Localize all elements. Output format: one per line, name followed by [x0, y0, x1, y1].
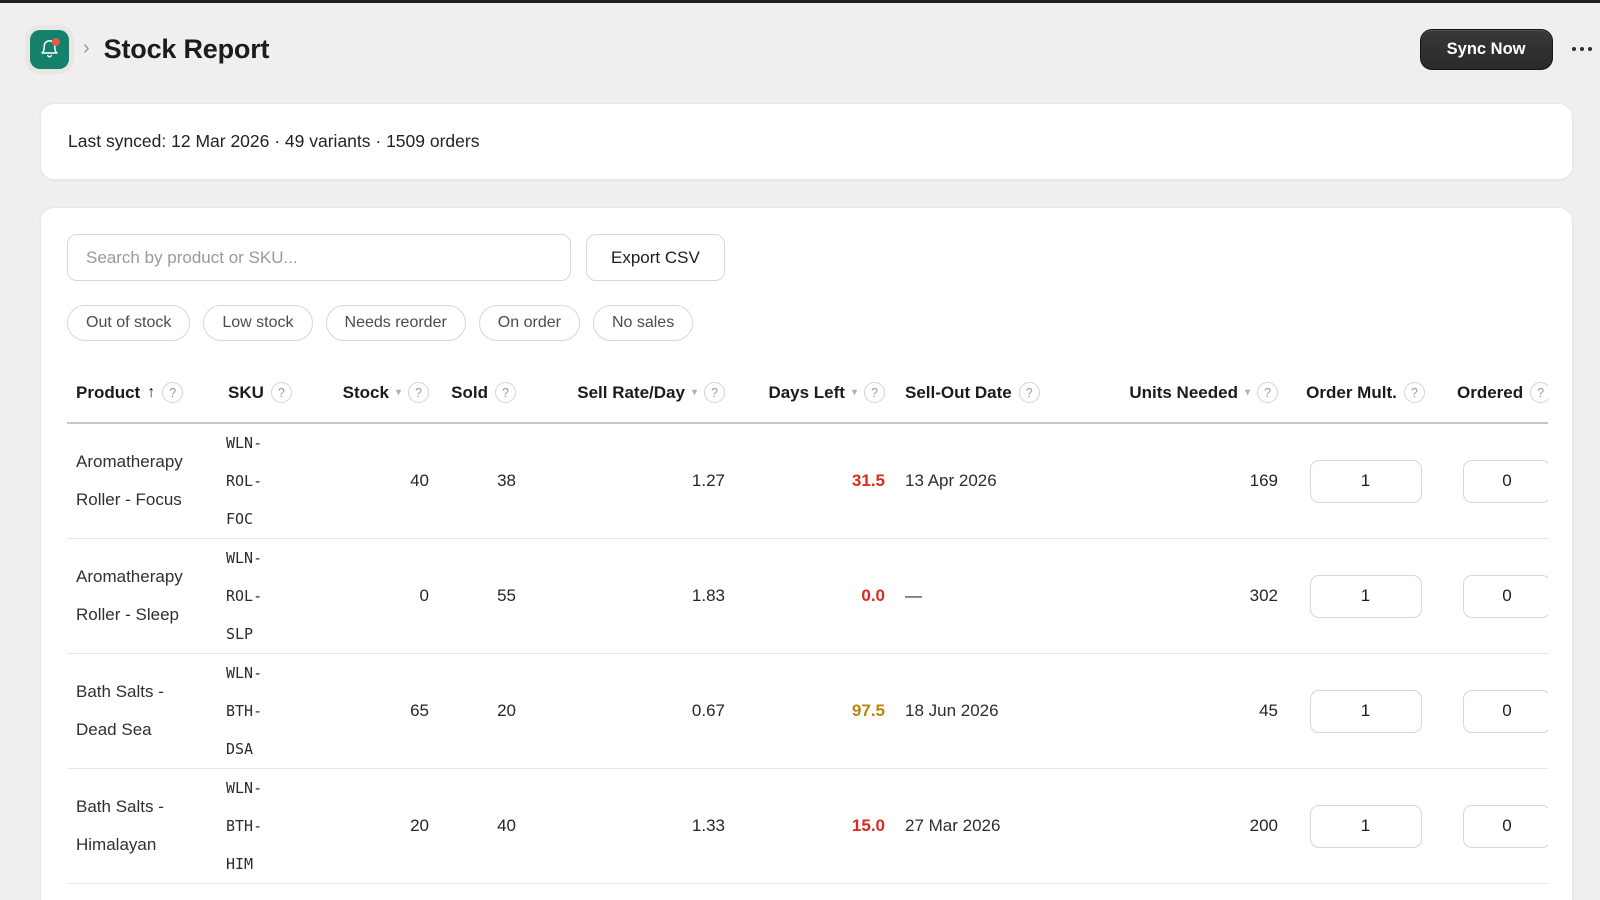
- help-icon[interactable]: ?: [162, 382, 184, 403]
- stock-table-container: Product ↑ ? SKU ? Stock ▾ ? Sold ? Sell …: [67, 363, 1548, 884]
- column-header-sold[interactable]: Sold ?: [437, 363, 524, 424]
- help-icon[interactable]: ?: [864, 382, 885, 403]
- sort-ascending-icon: ↑: [147, 383, 156, 401]
- units-needed-value: 200: [1087, 768, 1286, 884]
- sku-value: WLN-ROL-FOC: [226, 434, 263, 528]
- units-needed-value: 302: [1087, 538, 1286, 654]
- stock-value: 0: [305, 538, 437, 654]
- order-mult-input[interactable]: [1309, 574, 1422, 618]
- product-name: Bath Salts - Himalayan: [76, 797, 164, 854]
- help-icon[interactable]: ?: [1403, 382, 1425, 403]
- filter-chip[interactable]: No sales: [592, 305, 694, 341]
- filter-chip[interactable]: On order: [478, 305, 580, 341]
- help-icon[interactable]: ?: [1257, 382, 1278, 403]
- days-left-value: 0.0: [733, 538, 893, 654]
- table-header-row: Product ↑ ? SKU ? Stock ▾ ? Sold ? Sell …: [67, 363, 1548, 424]
- sort-caret-icon: ▾: [691, 386, 697, 398]
- help-icon[interactable]: ?: [495, 382, 516, 403]
- units-needed-value: 45: [1087, 653, 1286, 769]
- table-row: Aromatherapy Roller - Focus WLN-ROL-FOC …: [67, 423, 1548, 539]
- ordered-input[interactable]: [1463, 689, 1548, 733]
- sold-value: 20: [437, 653, 524, 769]
- sold-value: 38: [437, 423, 524, 539]
- order-mult-input[interactable]: [1309, 689, 1422, 733]
- sellout-date-value: 18 Jun 2026: [893, 653, 1087, 769]
- sync-summary-card: Last synced: 12 Mar 2026 · 49 variants ·…: [40, 103, 1573, 180]
- help-icon[interactable]: ?: [1530, 382, 1548, 403]
- column-header-sell-rate[interactable]: Sell Rate/Day ▾ ?: [524, 363, 733, 424]
- sort-caret-icon: ▾: [395, 386, 401, 398]
- column-header-order-mult[interactable]: Order Mult. ?: [1286, 363, 1445, 424]
- sync-now-button[interactable]: Sync Now: [1419, 28, 1553, 70]
- table-row: Aromatherapy Roller - Sleep WLN-ROL-SLP …: [67, 538, 1548, 654]
- units-needed-value: 169: [1087, 423, 1286, 539]
- sellout-date-value: 13 Apr 2026: [893, 423, 1087, 539]
- table-toolbar: Export CSV: [67, 234, 1546, 281]
- order-mult-input[interactable]: [1309, 459, 1422, 503]
- order-mult-input[interactable]: [1309, 804, 1422, 848]
- help-icon[interactable]: ?: [1018, 382, 1040, 403]
- help-icon[interactable]: ?: [408, 382, 429, 403]
- stock-table: Product ↑ ? SKU ? Stock ▾ ? Sold ? Sell …: [67, 363, 1548, 884]
- table-row: Bath Salts - Himalayan WLN-BTH-HIM 20 40…: [67, 768, 1548, 884]
- ordered-input[interactable]: [1463, 459, 1548, 503]
- stock-report-card: Export CSV Out of stock Low stock Needs …: [40, 207, 1573, 900]
- days-left-value: 31.5: [733, 423, 893, 539]
- sellout-date-value: 27 Mar 2026: [893, 768, 1087, 884]
- ordered-input[interactable]: [1463, 574, 1548, 618]
- column-header-sku[interactable]: SKU ?: [219, 363, 305, 424]
- help-icon[interactable]: ?: [270, 382, 292, 403]
- column-header-units-needed[interactable]: Units Needed ▾ ?: [1087, 363, 1286, 424]
- page-title: Stock Report: [103, 33, 270, 64]
- export-csv-button[interactable]: Export CSV: [586, 234, 725, 281]
- days-left-value: 15.0: [733, 768, 893, 884]
- filter-chip[interactable]: Out of stock: [67, 305, 191, 341]
- stock-value: 20: [305, 768, 437, 884]
- sold-value: 55: [437, 538, 524, 654]
- stock-value: 40: [305, 423, 437, 539]
- days-left-value: 97.5: [733, 653, 893, 769]
- sellout-date-value: —: [893, 538, 1087, 654]
- app-icon-tile[interactable]: [30, 29, 69, 69]
- breadcrumb-chevron-icon: ›: [83, 37, 90, 59]
- column-header-product[interactable]: Product ↑ ?: [67, 363, 219, 424]
- notification-dot: [52, 37, 60, 46]
- help-icon[interactable]: ?: [704, 382, 725, 403]
- overflow-menu-button[interactable]: [1570, 41, 1595, 58]
- page-header: › Stock Report Sync Now: [0, 3, 1600, 95]
- sku-value: WLN-BTH-DSA: [226, 664, 263, 758]
- sort-caret-icon: ▾: [851, 386, 857, 398]
- column-header-sellout-date[interactable]: Sell-Out Date ?: [893, 363, 1087, 424]
- sku-value: WLN-BTH-HIM: [226, 779, 263, 873]
- table-row: Bath Salts - Dead Sea WLN-BTH-DSA 65 20 …: [67, 653, 1548, 769]
- ordered-input[interactable]: [1463, 804, 1548, 848]
- sold-value: 40: [437, 768, 524, 884]
- column-header-days-left[interactable]: Days Left ▾ ?: [733, 363, 893, 424]
- product-name: Aromatherapy Roller - Sleep: [76, 567, 183, 624]
- overflow-menu-icon: [1571, 46, 1576, 52]
- last-synced-text: Last synced: 12 Mar 2026 · 49 variants ·…: [68, 131, 480, 151]
- product-name: Aromatherapy Roller - Focus: [76, 452, 183, 509]
- sell-rate-value: 1.83: [524, 538, 733, 654]
- sell-rate-value: 1.33: [524, 768, 733, 884]
- filter-chip[interactable]: Low stock: [203, 305, 313, 341]
- sort-caret-icon: ▾: [1244, 386, 1250, 398]
- sku-value: WLN-ROL-SLP: [226, 549, 263, 643]
- search-input[interactable]: [67, 234, 571, 281]
- column-header-stock[interactable]: Stock ▾ ?: [305, 363, 437, 424]
- stock-value: 65: [305, 653, 437, 769]
- sell-rate-value: 0.67: [524, 653, 733, 769]
- product-name: Bath Salts - Dead Sea: [76, 682, 164, 739]
- filter-chip[interactable]: Needs reorder: [325, 305, 466, 341]
- column-header-ordered[interactable]: Ordered ?: [1445, 363, 1548, 424]
- filter-chip-row: Out of stock Low stock Needs reorder On …: [67, 305, 1546, 341]
- sell-rate-value: 1.27: [524, 423, 733, 539]
